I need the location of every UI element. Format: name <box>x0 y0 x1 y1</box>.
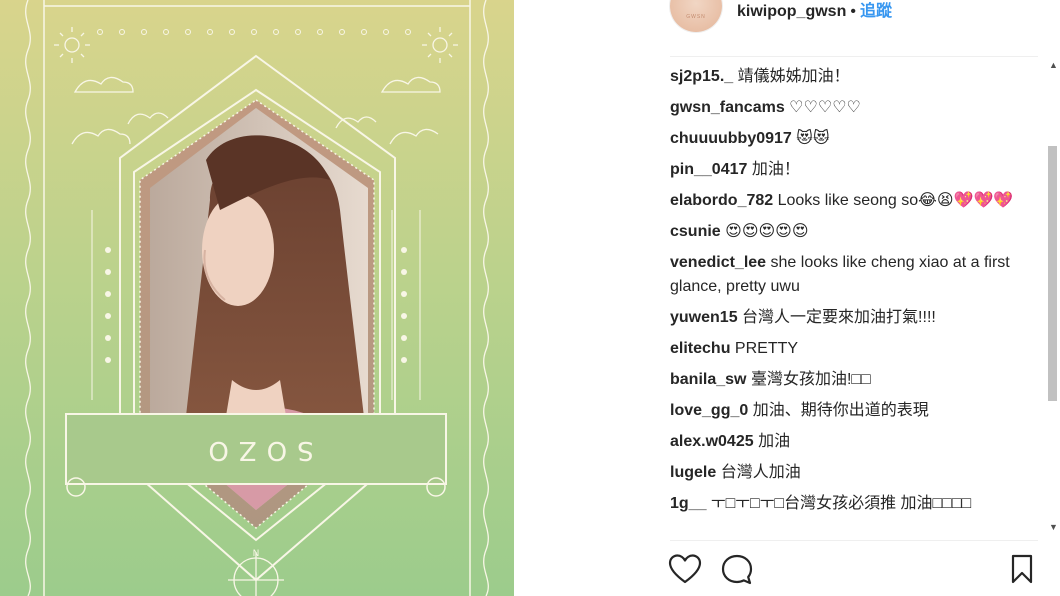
comment-item: elabordo_782 Looks like seong so😂😫💖💖💖 <box>670 189 1020 213</box>
comment-item: gwsn_fancams ♡♡♡♡♡ <box>670 96 1020 120</box>
comment-item: lugele 台灣人加油 <box>670 461 1020 485</box>
comment-text: 臺灣女孩加油!□□ <box>750 371 871 388</box>
dot-row <box>97 29 411 35</box>
comment-item: love_gg_0 加油、期待你出道的表現 <box>670 399 1020 423</box>
comment-username-link[interactable]: gwsn_fancams <box>670 99 785 116</box>
comment-text: 台灣人一定要來加油打氣!!!! <box>742 309 936 326</box>
comment-item: sj2p15._ 靖儀姊姊加油！ <box>670 65 1020 89</box>
comment-text: 加油、期待你出道的表現 <box>752 402 929 419</box>
comment-text: 靖儀姊姊加油！ <box>737 68 850 85</box>
comment-item: elitechu PRETTY <box>670 337 1020 361</box>
follow-button[interactable]: 追蹤 <box>860 3 892 20</box>
comment-item: 1g__ ㅜ□ㅜ□ㅜ□台灣女孩必須推 加油□□□□ <box>670 492 1020 516</box>
divider <box>670 540 1038 541</box>
comment-text: 😻😻 <box>796 130 830 147</box>
scroll-thumb[interactable] <box>1048 146 1057 401</box>
comment-text: ㅜ□ㅜ□ㅜ□台灣女孩必須推 加油□□□□ <box>710 495 972 512</box>
header-line: kiwipop_gwsn • 追蹤 <box>737 0 892 21</box>
scroll-up-arrow-icon[interactable]: ▲ <box>1049 60 1058 70</box>
comment-username-link[interactable]: venedict_lee <box>670 254 766 271</box>
comment-username-link[interactable]: chuuuubby0917 <box>670 130 792 147</box>
comment-text: PRETTY <box>734 340 799 357</box>
comments-scrollbar[interactable]: ▲ ▼ <box>1046 56 1060 540</box>
avatar[interactable]: GWSN <box>670 0 722 32</box>
scroll-down-arrow-icon[interactable]: ▼ <box>1049 522 1058 532</box>
comment-item: alex.w0425 加油 <box>670 430 1020 454</box>
comment-text: Looks like seong so😂😫💖💖💖 <box>777 192 1014 209</box>
separator-dot: • <box>850 3 856 20</box>
comment-list: sj2p15._ 靖儀姊姊加油！ gwsn_fancams ♡♡♡♡♡ chuuuu… <box>670 65 1020 523</box>
comment-username-link[interactable]: yuwen15 <box>670 309 738 326</box>
post-image[interactable]: SOZO N <box>0 0 514 596</box>
comment-text: ♡♡♡♡♡ <box>789 99 861 116</box>
heart-icon <box>668 554 702 584</box>
comment-item: banila_sw 臺灣女孩加油!□□ <box>670 368 1020 392</box>
bookmark-icon <box>1011 554 1033 584</box>
speech-bubble-icon <box>721 554 753 585</box>
comment-text: 台灣人加油 <box>720 464 801 481</box>
comment-item: venedict_lee she looks like cheng xiao a… <box>670 251 1020 299</box>
avatar-logo-text: GWSN <box>686 14 706 20</box>
name-banner: SOZO <box>65 413 447 497</box>
compass-letter: N <box>253 549 260 559</box>
username-link[interactable]: kiwipop_gwsn <box>737 3 846 20</box>
comment-item: pin__0417 加油！ <box>670 158 1020 182</box>
save-button[interactable] <box>1006 553 1040 587</box>
comment-text: 加油 <box>758 433 791 450</box>
comment-username-link[interactable]: elabordo_782 <box>670 192 773 209</box>
comment-username-link[interactable]: lugele <box>670 464 716 481</box>
comment-username-link[interactable]: pin__0417 <box>670 161 747 178</box>
post-illustration: SOZO N <box>25 0 489 596</box>
like-button[interactable] <box>668 553 702 587</box>
comment-item: yuwen15 台灣人一定要來加油打氣!!!! <box>670 306 1020 330</box>
comment-button[interactable] <box>720 553 754 587</box>
comment-username-link[interactable]: 1g__ <box>670 495 706 512</box>
comment-username-link[interactable]: elitechu <box>670 340 730 357</box>
comment-username-link[interactable]: love_gg_0 <box>670 402 748 419</box>
post-header: GWSN kiwipop_gwsn • 追蹤 <box>670 0 1038 36</box>
comment-text: 加油！ <box>751 161 800 178</box>
comment-username-link[interactable]: sj2p15._ <box>670 68 733 85</box>
comment-username-link[interactable]: banila_sw <box>670 371 746 388</box>
banner-text: SOZO <box>198 435 313 465</box>
comment-text: 😍😍😍😍😍 <box>725 223 809 240</box>
comment-username-link[interactable]: csunie <box>670 223 721 240</box>
comments-panel[interactable]: sj2p15._ 靖儀姊姊加油！ gwsn_fancams ♡♡♡♡♡ chuuuu… <box>670 56 1038 539</box>
comment-username-link[interactable]: alex.w0425 <box>670 433 754 450</box>
comment-item: chuuuubby0917 😻😻 <box>670 127 1020 151</box>
comment-item: csunie 😍😍😍😍😍 <box>670 220 1020 244</box>
